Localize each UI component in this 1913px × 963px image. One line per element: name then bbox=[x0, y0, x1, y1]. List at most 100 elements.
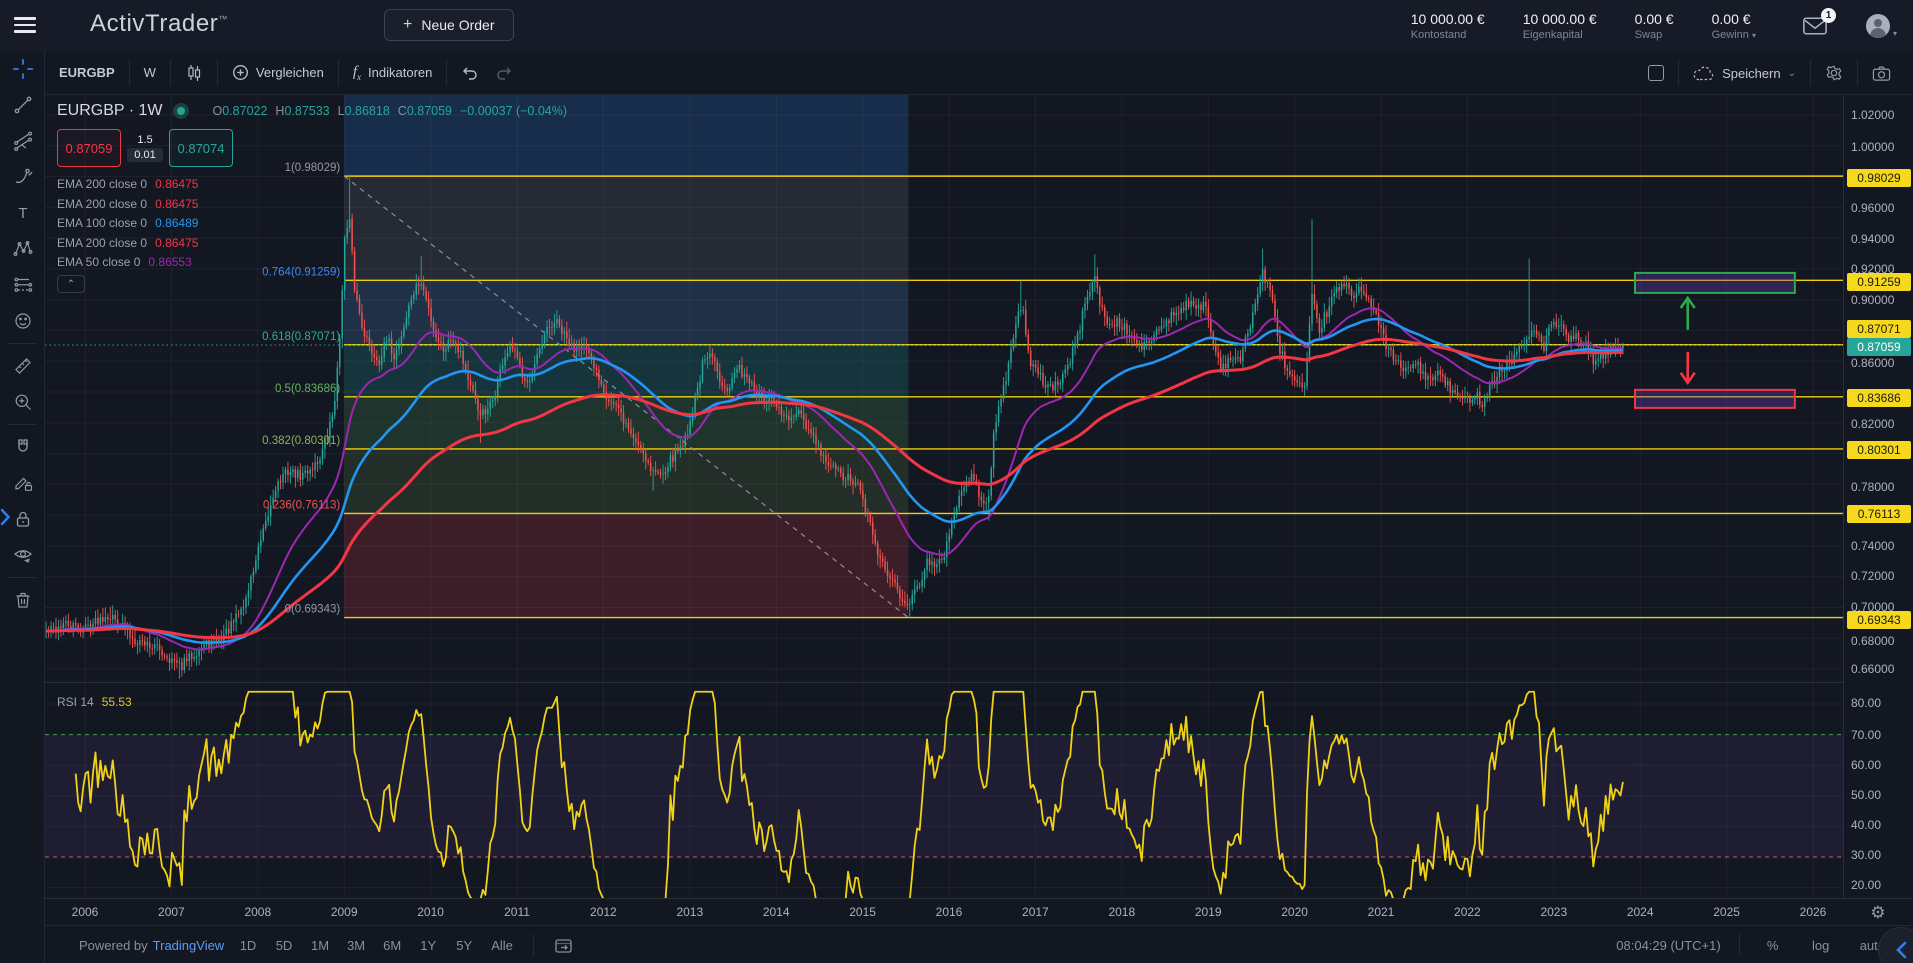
rsi-legend: RSI 1455.53 bbox=[57, 695, 132, 709]
crosshair-tool[interactable] bbox=[0, 51, 45, 87]
spread-display: 1.5 0.01 bbox=[123, 129, 167, 167]
chart-style-button[interactable] bbox=[171, 59, 217, 87]
forecast-tool[interactable] bbox=[0, 267, 45, 303]
camera-icon bbox=[1872, 65, 1891, 82]
range-5d[interactable]: 5D bbox=[269, 935, 299, 956]
chevron-right-icon bbox=[0, 508, 11, 526]
rsi-tick: 60.00 bbox=[1851, 758, 1881, 772]
interval-button[interactable]: W bbox=[130, 59, 170, 87]
undo-icon bbox=[461, 66, 479, 80]
text-tool[interactable]: T bbox=[0, 195, 45, 231]
time-axis[interactable]: 2006200720082009201020112012201320142015… bbox=[45, 898, 1843, 925]
rsi-pane[interactable] bbox=[45, 683, 1843, 898]
down-arrow[interactable] bbox=[1681, 352, 1695, 383]
axis-settings[interactable]: ⚙ bbox=[1843, 898, 1913, 925]
range-1m[interactable]: 1M bbox=[305, 935, 335, 956]
range-5y[interactable]: 5Y bbox=[449, 935, 479, 956]
range-3m[interactable]: 3M bbox=[341, 935, 371, 956]
year-label: 2013 bbox=[676, 899, 703, 926]
up-arrow[interactable] bbox=[1681, 298, 1695, 330]
chart-settings-button[interactable] bbox=[1811, 59, 1857, 87]
sell-button[interactable]: 0.87059 bbox=[57, 129, 121, 167]
stat-gewinn[interactable]: 0.00 € Gewinn ▾ bbox=[1712, 11, 1756, 41]
range-buttons: 1D 5D 1M 3M 6M 1Y 5Y Alle bbox=[233, 926, 580, 963]
account-menu[interactable]: ▾ bbox=[1866, 14, 1897, 38]
year-label: 2014 bbox=[763, 899, 790, 926]
crosshair-icon bbox=[12, 58, 34, 80]
range-1d[interactable]: 1D bbox=[233, 935, 263, 956]
ruler-icon bbox=[13, 356, 33, 376]
price-tick: 0.86000 bbox=[1851, 356, 1894, 370]
collapse-legend-button[interactable]: ⌃ bbox=[57, 275, 85, 293]
emoji-tool[interactable] bbox=[0, 303, 45, 339]
trash-icon bbox=[13, 590, 33, 610]
chevron-down-icon: ▾ bbox=[1893, 29, 1897, 38]
price-axis[interactable]: 1.020001.000000.960000.940000.920000.900… bbox=[1843, 95, 1913, 898]
brush-icon bbox=[13, 167, 33, 187]
year-label: 2006 bbox=[72, 899, 99, 926]
chevron-left-icon bbox=[1894, 940, 1908, 960]
clock[interactable]: 08:04:29 (UTC+1) bbox=[1616, 938, 1720, 953]
pattern-tool[interactable] bbox=[0, 231, 45, 267]
tradingview-link[interactable]: TradingView bbox=[153, 938, 225, 953]
mail-button[interactable]: 1 bbox=[1802, 16, 1828, 36]
year-label: 2023 bbox=[1540, 899, 1567, 926]
trademark: ™ bbox=[218, 14, 228, 24]
level-price-label: 0.76113 bbox=[1847, 505, 1911, 523]
year-label: 2008 bbox=[244, 899, 271, 926]
level-price-label: 0.98029 bbox=[1847, 169, 1911, 187]
trend-line-tool[interactable] bbox=[0, 87, 45, 123]
cloud-icon bbox=[1693, 66, 1715, 81]
symbol-button[interactable]: EURGBP bbox=[45, 59, 129, 87]
measure-tool[interactable] bbox=[0, 348, 45, 384]
new-order-button[interactable]: + Neue Order bbox=[384, 9, 514, 41]
multichart-layout-button[interactable] bbox=[1634, 59, 1678, 87]
price-change: −0.00037 (−0.04%) bbox=[460, 104, 567, 118]
redo-icon bbox=[495, 66, 513, 80]
goto-date-button[interactable] bbox=[548, 934, 580, 957]
fib-tool[interactable] bbox=[0, 123, 45, 159]
compare-button[interactable]: Vergleichen bbox=[218, 59, 338, 87]
price-tick: 0.78000 bbox=[1851, 480, 1894, 494]
legend-symbol: EURGBP · 1W bbox=[57, 102, 163, 120]
year-label: 2009 bbox=[331, 899, 358, 926]
show-panel-chevron[interactable] bbox=[0, 508, 11, 526]
remove-drawings-tool[interactable] bbox=[0, 582, 45, 618]
year-label: 2011 bbox=[504, 899, 530, 926]
price-tick: 1.02000 bbox=[1851, 108, 1894, 122]
price-tick: 0.74000 bbox=[1851, 539, 1894, 553]
drawing-mode-tool[interactable] bbox=[0, 465, 45, 501]
short-target-zone[interactable] bbox=[1635, 390, 1795, 408]
range-alle[interactable]: Alle bbox=[485, 935, 519, 956]
mail-badge: 1 bbox=[1821, 8, 1836, 23]
layout-box-icon bbox=[1648, 65, 1664, 81]
range-1y[interactable]: 1Y bbox=[413, 935, 443, 956]
undo-button[interactable] bbox=[447, 59, 493, 87]
year-label: 2015 bbox=[849, 899, 876, 926]
menu-icon[interactable] bbox=[14, 17, 36, 33]
long-target-zone[interactable] bbox=[1635, 273, 1795, 293]
price-tick: 1.00000 bbox=[1851, 140, 1894, 154]
snapshot-button[interactable] bbox=[1858, 59, 1905, 87]
gear-icon bbox=[1825, 64, 1843, 82]
save-button[interactable]: Speichern ⌄ bbox=[1679, 59, 1810, 87]
brush-tool[interactable] bbox=[0, 159, 45, 195]
rsi-tick: 20.00 bbox=[1851, 878, 1881, 892]
chart-legend: EURGBP · 1W O0.87022 H0.87533 L0.86818 C… bbox=[57, 102, 567, 293]
range-6m[interactable]: 6M bbox=[377, 935, 407, 956]
log-scale-button[interactable]: log bbox=[1806, 935, 1836, 956]
market-status-dot[interactable] bbox=[173, 103, 189, 119]
magnet-tool[interactable] bbox=[0, 429, 45, 465]
zoom-in-tool[interactable] bbox=[0, 384, 45, 420]
percent-scale-button[interactable]: % bbox=[1758, 935, 1788, 956]
rsi-tick: 30.00 bbox=[1851, 848, 1881, 862]
year-label: 2018 bbox=[1108, 899, 1135, 926]
bottom-toolbar: Powered by TradingView 1D 5D 1M 3M 6M 1Y… bbox=[45, 925, 1913, 963]
indicators-button[interactable]: fx Indikatoren bbox=[339, 59, 447, 87]
redo-button[interactable] bbox=[493, 59, 527, 87]
ema-legend-row: EMA 50 close 00.86553 bbox=[57, 255, 567, 269]
buy-button[interactable]: 0.87074 bbox=[169, 129, 233, 167]
hide-all-tool[interactable] bbox=[0, 537, 45, 573]
ohlc-values: O0.87022 H0.87533 L0.86818 C0.87059 −0.0… bbox=[213, 104, 568, 118]
ema-legend-row: EMA 200 close 00.86475 bbox=[57, 236, 567, 250]
